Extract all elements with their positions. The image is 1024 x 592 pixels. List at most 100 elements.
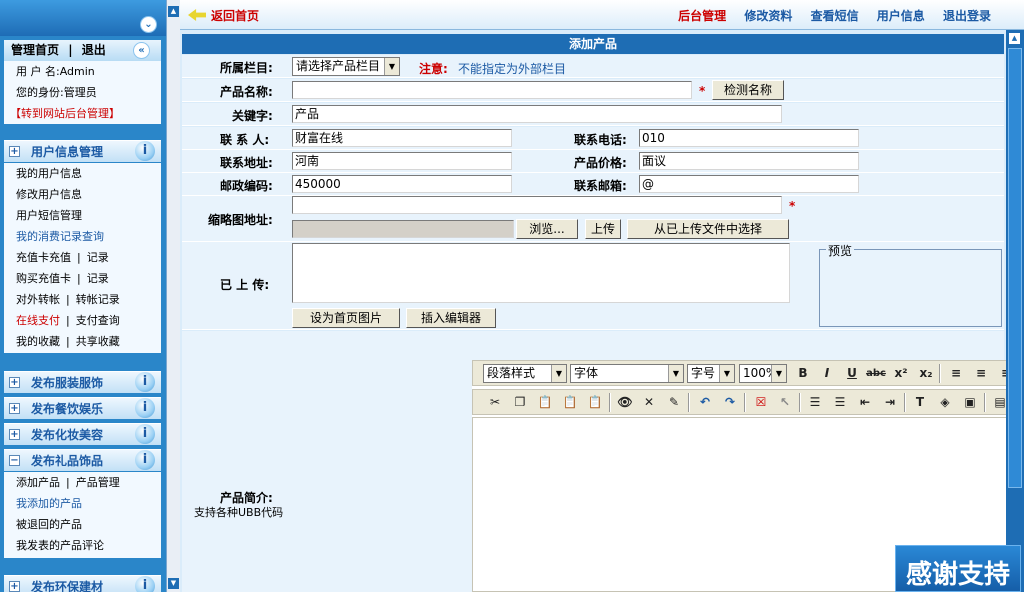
clear-format-icon[interactable]: ✎ (664, 393, 684, 412)
info-icon[interactable]: i (135, 576, 155, 592)
info-icon[interactable]: i (135, 450, 155, 470)
cut-icon[interactable]: ✂ (485, 393, 505, 412)
ordered-list-icon[interactable]: ☰ (805, 393, 825, 412)
expand-icon[interactable]: + (9, 429, 20, 440)
align-right-icon[interactable]: ≡ (996, 364, 1006, 383)
address-input[interactable]: 河南 (292, 152, 512, 170)
collapse-down-icon[interactable]: ⌄ (140, 16, 157, 33)
nav-logout[interactable]: 退出登录 (943, 9, 991, 23)
keyword-input[interactable]: 产品 (292, 105, 782, 123)
menu-add-product[interactable]: 添加产品 (16, 476, 60, 489)
uploaded-list[interactable] (292, 243, 790, 303)
outdent-icon[interactable]: ⇤ (855, 393, 875, 412)
contact-input[interactable]: 财富在线 (292, 129, 512, 147)
expand-icon[interactable]: + (9, 581, 20, 592)
superscript-icon[interactable]: x² (891, 364, 911, 383)
file-path-input[interactable] (292, 220, 514, 238)
bold-icon[interactable]: B (793, 364, 813, 383)
email-input[interactable]: @ (639, 175, 859, 193)
menu-my-products[interactable]: 我添加的产品 (4, 493, 161, 514)
align-left-icon[interactable]: ≡ (946, 364, 966, 383)
menu-buy-card[interactable]: 购买充值卡 (16, 272, 71, 285)
scroll-down-icon[interactable]: ▼ (168, 578, 179, 589)
indent-icon[interactable]: ⇥ (880, 393, 900, 412)
copy-icon[interactable]: ❐ (510, 393, 530, 412)
group-header-dining[interactable]: + 发布餐饮娱乐 i (4, 397, 161, 419)
zoom-select[interactable]: 100% ▼ (739, 364, 787, 383)
admin-backend-link[interactable]: 【转到网站后台管理】 (4, 103, 161, 124)
expand-icon[interactable]: + (9, 403, 20, 414)
paste-word-icon[interactable]: 📋 (585, 393, 605, 412)
background-color-icon[interactable]: ▣ (960, 393, 980, 412)
insert-editor-button[interactable]: 插入编辑器 (406, 308, 496, 328)
scroll-up-icon[interactable]: ▲ (1009, 33, 1020, 44)
menu-online-pay[interactable]: 在线支付 (16, 314, 60, 327)
unordered-list-icon[interactable]: ☰ (830, 393, 850, 412)
scroll-up-icon[interactable]: ▲ (168, 6, 179, 17)
support-banner[interactable]: 感谢支持 (895, 545, 1021, 592)
nav-edit-profile[interactable]: 修改资料 (744, 9, 792, 23)
find-icon[interactable]: 👁 (615, 393, 635, 412)
expand-icon[interactable]: + (9, 377, 20, 388)
scroll-thumb[interactable] (1008, 48, 1022, 488)
menu-edit-user-info[interactable]: 修改用户信息 (4, 184, 161, 205)
paste-text-icon[interactable]: 📋 (560, 393, 580, 412)
menu-transfer[interactable]: 对外转帐 (16, 293, 60, 306)
menu-sms-management[interactable]: 用户短信管理 (4, 205, 161, 226)
menu-returned-products[interactable]: 被退回的产品 (4, 514, 161, 535)
zip-input[interactable]: 450000 (292, 175, 512, 193)
group-header-clothing[interactable]: + 发布服装服饰 i (4, 371, 161, 393)
menu-my-favorites[interactable]: 我的收藏 (16, 335, 60, 348)
menu-shared-favorites[interactable]: 共享收藏 (76, 335, 120, 348)
strikethrough-icon[interactable]: abc (866, 364, 886, 383)
page-scrollbar[interactable]: ▲ (1006, 30, 1024, 592)
align-center-icon[interactable]: ≡ (971, 364, 991, 383)
nav-user-info[interactable]: 用户信息 (877, 9, 925, 23)
expand-icon[interactable]: + (9, 146, 20, 157)
browse-button[interactable]: 浏览... (516, 219, 578, 239)
price-input[interactable]: 面议 (639, 152, 859, 170)
menu-product-management[interactable]: 产品管理 (76, 476, 120, 489)
menu-my-user-info[interactable]: 我的用户信息 (4, 163, 161, 184)
collapse-left-icon[interactable]: « (133, 42, 150, 59)
group-header-user-info[interactable]: + 用户信息管理 i (4, 140, 161, 162)
thumb-url-input[interactable] (292, 196, 782, 214)
size-select[interactable]: 字号 ▼ (687, 364, 735, 383)
menu-my-product-comments[interactable]: 我发表的产品评论 (4, 535, 161, 556)
font-select[interactable]: 字体 ▼ (570, 364, 684, 383)
name-input[interactable] (292, 81, 692, 99)
paste-icon[interactable]: 📋 (535, 393, 555, 412)
nav-admin[interactable]: 后台管理 (678, 9, 726, 23)
back-home-link[interactable]: 返回首页 (188, 7, 259, 24)
collapse-icon[interactable]: − (9, 455, 20, 466)
select-pointer-icon[interactable]: ↖ (775, 393, 795, 412)
menu-buy-card-records[interactable]: 记录 (87, 272, 109, 285)
menu-recharge-records[interactable]: 记录 (87, 251, 109, 264)
sidebar-scrollbar[interactable]: ▲ ▼ (166, 0, 180, 592)
column-select[interactable]: 请选择产品栏目 ▼ (292, 57, 400, 76)
redo-icon[interactable]: ↷ (720, 393, 740, 412)
info-icon[interactable]: i (135, 424, 155, 444)
phone-input[interactable]: 010 (639, 129, 859, 147)
text-color-icon[interactable]: T (910, 393, 930, 412)
info-icon[interactable]: i (135, 398, 155, 418)
info-icon[interactable]: i (135, 141, 155, 161)
menu-transfer-records[interactable]: 转帐记录 (76, 293, 120, 306)
menu-consumption-records[interactable]: 我的消费记录查询 (4, 226, 161, 247)
remove-element-icon[interactable]: ☒ (751, 393, 771, 412)
info-icon[interactable]: i (135, 372, 155, 392)
format-select[interactable]: 段落样式 ▼ (483, 364, 567, 383)
italic-icon[interactable]: I (817, 364, 837, 383)
group-header-cosmetics[interactable]: + 发布化妆美容 i (4, 423, 161, 445)
menu-recharge-card[interactable]: 充值卡充值 (16, 251, 71, 264)
nav-view-sms[interactable]: 查看短信 (811, 9, 859, 23)
logout-link[interactable]: 退出 (82, 43, 106, 57)
home-link[interactable]: 管理首页 (11, 43, 59, 57)
delete-icon[interactable]: ✕ (639, 393, 659, 412)
insert-line-icon[interactable]: ▤ (990, 393, 1006, 412)
check-name-button[interactable]: 检测名称 (712, 80, 784, 100)
subscript-icon[interactable]: x₂ (916, 364, 936, 383)
underline-icon[interactable]: U (842, 364, 862, 383)
upload-button[interactable]: 上传 (585, 219, 621, 239)
fill-color-icon[interactable]: ◈ (935, 393, 955, 412)
